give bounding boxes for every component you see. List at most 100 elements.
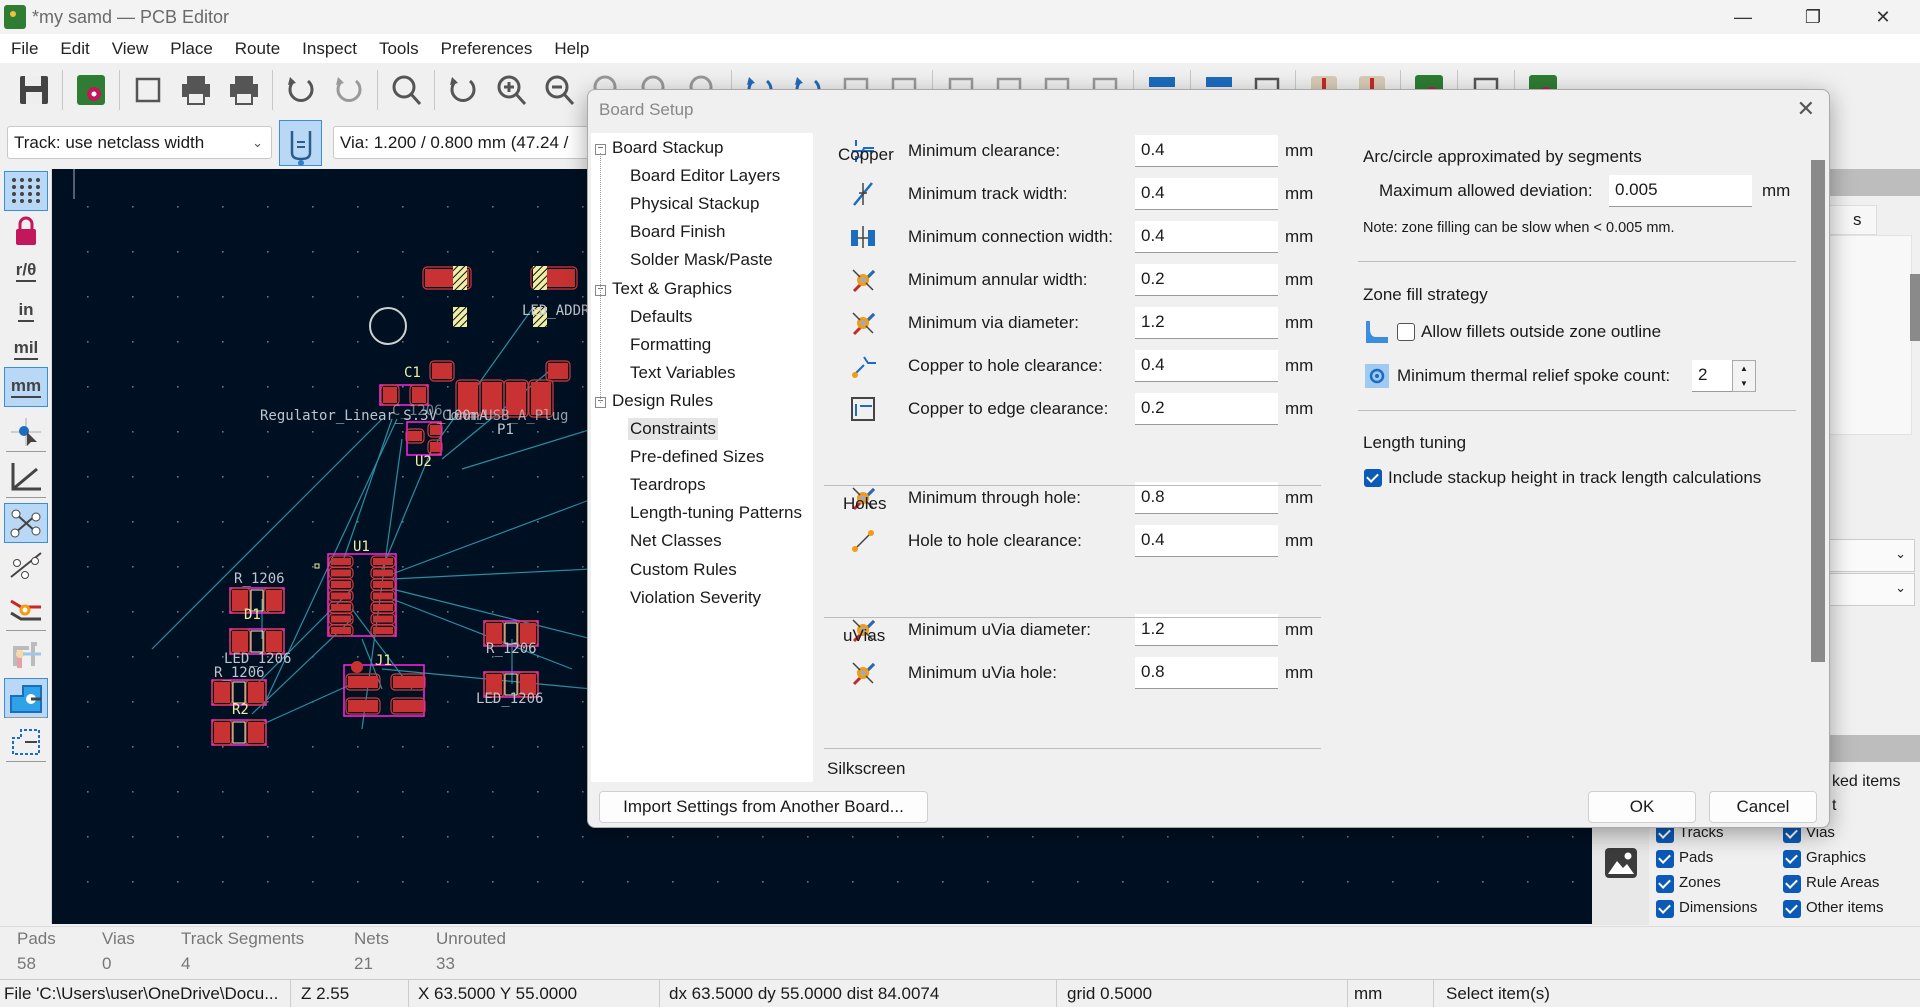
menu-place[interactable]: Place <box>170 39 213 59</box>
auto-track-width-button[interactable] <box>279 120 322 166</box>
import-settings-button[interactable]: Import Settings from Another Board... <box>599 791 928 823</box>
tree-item-design-rules[interactable]: Design Rules <box>610 390 715 412</box>
angle-constraint-icon[interactable] <box>4 457 48 497</box>
zoom-out-icon[interactable] <box>539 70 579 110</box>
polar-coords-icon[interactable]: r/θ <box>4 251 48 291</box>
smd-pad <box>266 631 282 652</box>
spin-up-icon[interactable]: ▲ <box>1733 361 1755 376</box>
menu-edit[interactable]: Edit <box>60 39 89 59</box>
stat-pads-value: 58 <box>17 954 36 973</box>
grid-icon[interactable] <box>4 171 48 211</box>
dialog-scrollbar[interactable] <box>1811 160 1825 662</box>
smd-pad <box>373 592 393 600</box>
allow-fillets-checkbox[interactable] <box>1397 323 1415 341</box>
spoke-count-spinner[interactable]: ▲ ▼ <box>1732 360 1756 392</box>
minimum-clearance-input[interactable]: 0.4 <box>1135 135 1278 167</box>
arc-section-title: Arc/circle approximated by segments <box>1363 147 1642 166</box>
contrast-mode-icon[interactable] <box>4 632 48 672</box>
copper-to-hole-clearance-input[interactable]: 0.4 <box>1135 350 1278 382</box>
filter-pads-checkbox[interactable] <box>1656 850 1674 868</box>
units-inches-icon[interactable]: in <box>4 291 48 331</box>
menu-file[interactable]: File <box>11 39 38 59</box>
zone-outline-icon[interactable] <box>4 720 48 760</box>
plot-icon[interactable] <box>224 70 264 110</box>
tree-item-board-finish[interactable]: Board Finish <box>628 221 727 243</box>
print-icon[interactable] <box>176 70 216 110</box>
tree-item-board-editor-layers[interactable]: Board Editor Layers <box>628 165 782 187</box>
save-icon[interactable] <box>14 70 54 110</box>
zone-fill-icon[interactable] <box>4 678 48 718</box>
track-width-select[interactable]: Track: use netclass width ⌄ <box>7 126 272 159</box>
redo-icon[interactable] <box>329 70 369 110</box>
tree-item-defaults[interactable]: Defaults <box>628 306 694 328</box>
filter-graphics-checkbox[interactable] <box>1783 850 1801 868</box>
net-highlight-icon[interactable] <box>4 589 48 629</box>
minimum-through-hole-input[interactable]: 0.8 <box>1135 482 1278 514</box>
minimum-via-diameter-input[interactable]: 1.2 <box>1135 307 1278 339</box>
tree-item-physical-stackup[interactable]: Physical Stackup <box>628 193 761 215</box>
smd-pad <box>432 363 452 379</box>
undo-icon[interactable] <box>281 70 321 110</box>
tree-item-constraints[interactable]: Constraints <box>628 418 718 440</box>
dialog-close-button[interactable]: ✕ <box>1797 96 1815 122</box>
refresh-icon[interactable] <box>443 70 483 110</box>
tree-item-teardrops[interactable]: Teardrops <box>628 474 708 496</box>
menu-preferences[interactable]: Preferences <box>441 39 533 59</box>
copper-to-edge-clearance-input[interactable]: 0.2 <box>1135 393 1278 425</box>
image-icon[interactable] <box>1604 847 1638 879</box>
minimize-button[interactable]: — <box>1715 0 1771 34</box>
filter-other-items-checkbox[interactable] <box>1783 900 1801 918</box>
curved-ratsnest-icon[interactable] <box>4 545 48 585</box>
layer-list-scrollbar[interactable] <box>1910 274 1920 341</box>
ref-c1: C1 <box>404 365 421 381</box>
status-divider <box>1347 980 1348 1007</box>
max-deviation-input[interactable]: 0.005 <box>1609 175 1752 207</box>
close-window-button[interactable]: ✕ <box>1855 0 1911 34</box>
tree-item-text-graphics[interactable]: Text & Graphics <box>610 278 734 300</box>
tree-item-length-tuning-patterns[interactable]: Length-tuning Patterns <box>628 502 804 524</box>
minimum-track-width-input[interactable]: 0.4 <box>1135 178 1278 210</box>
filter-dimensions-checkbox[interactable] <box>1656 900 1674 918</box>
spoke-count-input[interactable]: 2 <box>1692 360 1732 392</box>
grid-lock-icon[interactable] <box>4 211 48 251</box>
track-width-value: Track: use netclass width <box>14 132 205 152</box>
hole-to-hole-clearance-input[interactable]: 0.4 <box>1135 525 1278 557</box>
tree-item-formatting[interactable]: Formatting <box>628 334 713 356</box>
page-settings-icon[interactable] <box>128 70 168 110</box>
tree-item-violation-severity[interactable]: Violation Severity <box>628 587 763 609</box>
constraint-label: Minimum uVia hole: <box>908 663 1057 682</box>
tree-item-board-stackup[interactable]: Board Stackup <box>610 137 726 159</box>
menu-view[interactable]: View <box>112 39 149 59</box>
tree-item-pre-defined-sizes[interactable]: Pre-defined Sizes <box>628 446 766 468</box>
stat-tracks-label: Track Segments <box>181 929 305 948</box>
tree-item-solder-mask-paste[interactable]: Solder Mask/Paste <box>628 249 775 271</box>
menu-inspect[interactable]: Inspect <box>302 39 357 59</box>
section-divider <box>1358 261 1796 262</box>
annular-width-icon <box>852 269 876 293</box>
cancel-button[interactable]: Cancel <box>1709 791 1817 823</box>
include-stackup-checkbox[interactable] <box>1364 469 1382 487</box>
tree-item-text-variables[interactable]: Text Variables <box>628 362 738 384</box>
filter-rule-areas-checkbox[interactable] <box>1783 875 1801 893</box>
filter-zones-checkbox[interactable] <box>1656 875 1674 893</box>
zoom-in-icon[interactable] <box>491 70 531 110</box>
units-mils-icon[interactable]: mil <box>4 329 48 369</box>
spin-down-icon[interactable]: ▼ <box>1733 376 1755 391</box>
board-setup-icon[interactable] <box>71 70 111 110</box>
minimum-annular-width-input[interactable]: 0.2 <box>1135 264 1278 296</box>
tree-item-custom-rules[interactable]: Custom Rules <box>628 559 739 581</box>
menu-route[interactable]: Route <box>235 39 280 59</box>
tree-item-net-classes[interactable]: Net Classes <box>628 530 724 552</box>
find-icon[interactable] <box>386 70 426 110</box>
minimum-uvia-hole-input[interactable]: 0.8 <box>1135 657 1278 689</box>
copper-section-title: Copper <box>838 145 894 164</box>
minimum-uvia-diameter-input[interactable]: 1.2 <box>1135 614 1278 646</box>
ratsnest-icon[interactable] <box>4 503 48 543</box>
ok-button[interactable]: OK <box>1588 791 1696 823</box>
restore-button[interactable]: ❐ <box>1785 0 1841 34</box>
minimum-connection-width-input[interactable]: 0.4 <box>1135 221 1278 253</box>
cursor-crosshair-icon[interactable] <box>4 412 48 452</box>
menu-tools[interactable]: Tools <box>379 39 419 59</box>
units-mm-icon[interactable]: mm <box>4 367 48 407</box>
menu-help[interactable]: Help <box>554 39 589 59</box>
